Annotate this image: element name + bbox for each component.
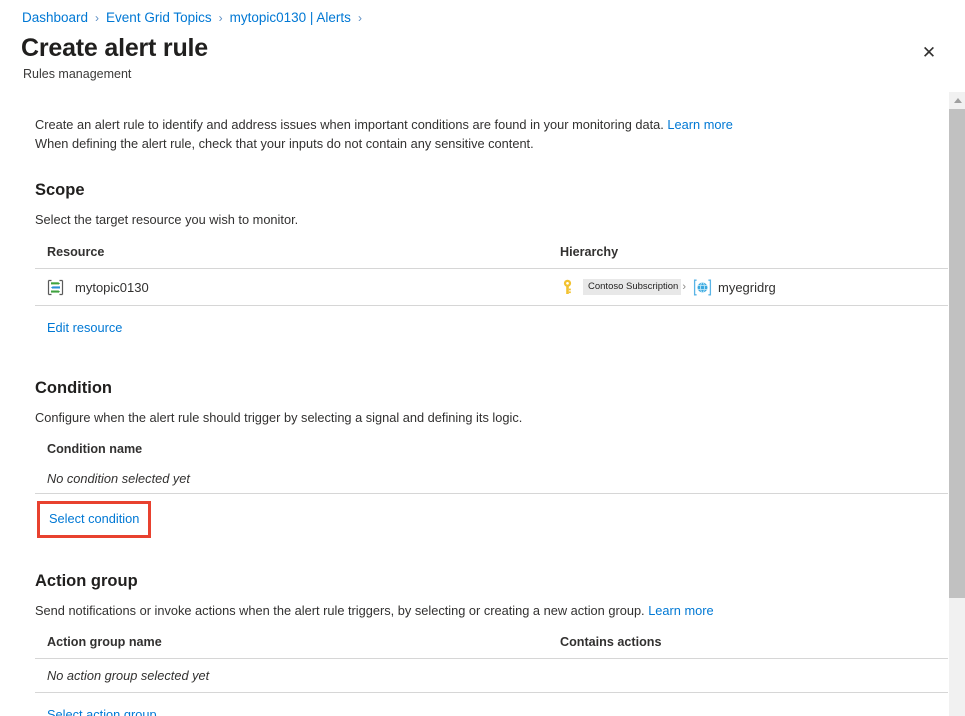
table-row[interactable]: mytopic0130 Contoso Subscription › — [35, 269, 948, 305]
subscription-chip[interactable]: Contoso Subscription — [583, 279, 681, 295]
select-condition-link[interactable]: Select condition — [49, 511, 139, 526]
edit-resource-link[interactable]: Edit resource — [47, 320, 122, 335]
action-group-table: Action group name Contains actions No ac… — [35, 635, 948, 716]
column-header-contains-actions: Contains actions — [560, 635, 948, 649]
column-header-action-group-name: Action group name — [47, 635, 560, 649]
breadcrumb-separator-icon: › — [358, 11, 362, 25]
scroll-up-button[interactable] — [949, 92, 965, 109]
hierarchy-separator-icon: › — [682, 281, 686, 293]
subscription-name: Contoso Subscription — [588, 281, 678, 293]
scope-resource-cell: mytopic0130 — [47, 279, 560, 296]
condition-table-divider — [35, 493, 948, 494]
condition-table: Condition name No condition selected yet… — [35, 442, 948, 538]
chevron-up-icon — [954, 98, 962, 103]
vertical-scrollbar[interactable] — [948, 92, 965, 716]
action-group-description: Send notifications or invoke actions whe… — [35, 603, 948, 618]
select-action-group-link[interactable]: Select action group — [47, 707, 157, 716]
scope-description: Select the target resource you wish to m… — [35, 212, 948, 227]
condition-empty-text: No condition selected yet — [47, 471, 190, 486]
scope-table-bottom-divider — [35, 305, 948, 306]
action-group-learn-more-link[interactable]: Learn more — [648, 603, 713, 618]
key-icon — [560, 279, 575, 295]
scrollbar-thumb[interactable] — [949, 109, 965, 598]
breadcrumb-item-mytopic0130-alerts[interactable]: mytopic0130 | Alerts — [230, 10, 351, 25]
breadcrumb-separator-icon: › — [219, 11, 223, 25]
breadcrumb-item-dashboard[interactable]: Dashboard — [22, 10, 88, 25]
page-title: Create alert rule — [21, 34, 208, 63]
scope-resource-name: mytopic0130 — [75, 280, 149, 295]
scope-hierarchy-cell: Contoso Subscription › myegridrg — [560, 279, 948, 296]
scope-table-header: Resource Hierarchy — [35, 245, 948, 259]
close-button[interactable]: ✕ — [915, 38, 943, 66]
resource-group-icon — [693, 279, 712, 296]
breadcrumb: Dashboard › Event Grid Topics › mytopic0… — [22, 10, 369, 25]
event-grid-topic-icon — [47, 279, 64, 296]
breadcrumb-item-event-grid-topics[interactable]: Event Grid Topics — [106, 10, 212, 25]
column-header-resource: Resource — [47, 245, 560, 259]
intro-text: Create an alert rule to identify and add… — [35, 115, 948, 153]
scope-table: Resource Hierarchy — [35, 245, 948, 337]
table-row: No condition selected yet — [35, 464, 948, 493]
action-group-heading: Action group — [35, 572, 948, 591]
intro-line-2: When defining the alert rule, check that… — [35, 134, 948, 153]
condition-heading: Condition — [35, 379, 948, 398]
breadcrumb-separator-icon: › — [95, 11, 99, 25]
learn-more-link[interactable]: Learn more — [667, 117, 732, 132]
resource-group-name: myegridrg — [718, 280, 776, 295]
condition-description: Configure when the alert rule should tri… — [35, 410, 948, 425]
column-header-hierarchy: Hierarchy — [560, 245, 948, 259]
action-group-table-header: Action group name Contains actions — [35, 635, 948, 649]
condition-table-header: Condition name — [35, 442, 948, 456]
page-subtitle: Rules management — [23, 67, 131, 81]
intro-line-1: Create an alert rule to identify and add… — [35, 115, 948, 134]
scope-heading: Scope — [35, 181, 948, 200]
select-condition-highlight: Select condition — [37, 501, 151, 538]
table-row: No action group selected yet — [35, 659, 948, 692]
main-content: Create an alert rule to identify and add… — [0, 92, 948, 716]
action-group-table-bottom-divider — [35, 692, 948, 693]
close-icon: ✕ — [922, 44, 936, 61]
action-group-empty-text: No action group selected yet — [47, 668, 209, 683]
intro-line-1-text: Create an alert rule to identify and add… — [35, 117, 664, 132]
action-group-description-text: Send notifications or invoke actions whe… — [35, 603, 645, 618]
column-header-condition-name: Condition name — [47, 442, 560, 456]
